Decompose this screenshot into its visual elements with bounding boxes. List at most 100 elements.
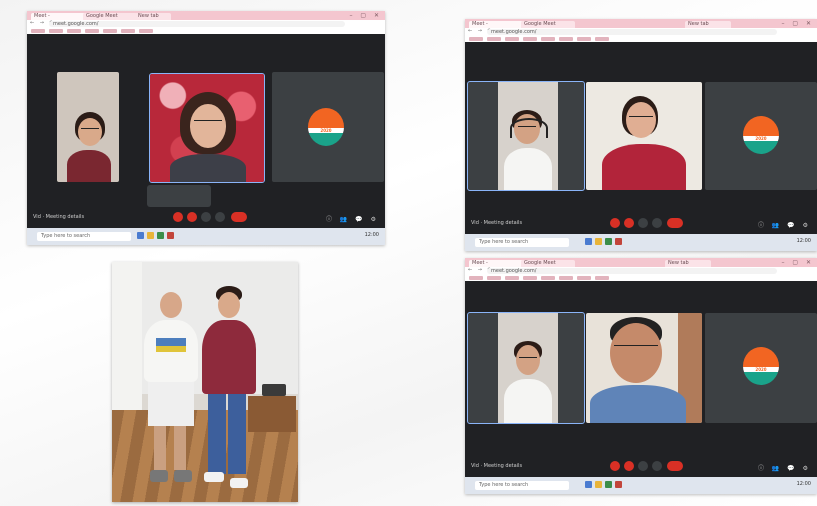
captions-button[interactable]: [201, 212, 211, 222]
conference-logo-icon: 2020: [308, 108, 344, 146]
meet-screenshot-top-left: Meet - Google Meet New tab – ▢ ✕ ← → ⟳ m…: [27, 11, 385, 245]
mic-button[interactable]: [610, 461, 620, 471]
participant-video: [586, 82, 702, 190]
bookmark-item[interactable]: [577, 37, 591, 41]
bookmark-item[interactable]: [31, 29, 45, 33]
windows-taskbar: Type here to search 12:00: [465, 234, 817, 251]
app-icon[interactable]: [605, 238, 612, 245]
taskbar-search-input[interactable]: Type here to search: [475, 238, 569, 247]
side-panel-icons[interactable]: ⓘ 👥 💬 ⚙: [326, 214, 379, 223]
bookmark-item[interactable]: [505, 276, 519, 280]
bookmark-item[interactable]: [139, 29, 153, 33]
browser-tab[interactable]: Meet -: [31, 13, 85, 20]
bookmark-item[interactable]: [523, 37, 537, 41]
hangup-button[interactable]: [231, 212, 247, 222]
app-icon[interactable]: [147, 232, 154, 239]
participant-tile[interactable]: [586, 82, 702, 190]
meet-control-bar: Vid · Meeting details ⓘ 👥 💬 ⚙: [27, 208, 385, 228]
bookmark-item[interactable]: [85, 29, 99, 33]
taskbar-clock: 12:00: [364, 232, 379, 238]
bookmark-item[interactable]: [505, 37, 519, 41]
browser-tab[interactable]: Meet -: [469, 260, 523, 267]
taskbar-search-input[interactable]: Type here to search: [37, 232, 131, 241]
captions-button[interactable]: [638, 461, 648, 471]
bookmark-item[interactable]: [595, 37, 609, 41]
side-panel-icons[interactable]: ⓘ 👥 💬 ⚙: [758, 463, 811, 472]
window-controls-icon[interactable]: – ▢ ✕: [781, 20, 814, 27]
participant-tile[interactable]: [149, 73, 265, 183]
bookmark-item[interactable]: [541, 37, 555, 41]
app-icon[interactable]: [585, 238, 592, 245]
participant-video: [586, 313, 702, 423]
app-icon[interactable]: [167, 232, 174, 239]
browser-tab[interactable]: New tab: [665, 260, 711, 267]
windows-taskbar: Type here to search 12:00: [27, 228, 385, 245]
participant-tile[interactable]: [57, 72, 119, 182]
captions-button[interactable]: [638, 218, 648, 228]
browser-tab[interactable]: Meet -: [469, 21, 523, 28]
person-right: [196, 284, 258, 502]
present-button[interactable]: [652, 218, 662, 228]
bookmark-item[interactable]: [469, 37, 483, 41]
participant-tile[interactable]: [467, 312, 585, 424]
camera-button[interactable]: [187, 212, 197, 222]
app-icon[interactable]: [615, 238, 622, 245]
windows-taskbar: Type here to search 12:00: [465, 477, 817, 494]
window-controls-icon[interactable]: – ▢ ✕: [781, 259, 814, 266]
app-icon[interactable]: [595, 481, 602, 488]
app-icon[interactable]: [585, 481, 592, 488]
meet-stage: 2020: [465, 42, 817, 234]
browser-tab[interactable]: New tab: [685, 21, 731, 28]
browser-tab[interactable]: Google Meet: [521, 21, 575, 28]
app-icon[interactable]: [595, 238, 602, 245]
participant-tile[interactable]: [586, 313, 702, 423]
meeting-info[interactable]: Vid · Meeting details: [471, 220, 522, 226]
camera-button[interactable]: [624, 218, 634, 228]
bookmark-item[interactable]: [469, 276, 483, 280]
participant-tile[interactable]: 2020: [272, 72, 384, 182]
bookmark-item[interactable]: [523, 276, 537, 280]
browser-tabbar: Meet - Google Meet New tab – ▢ ✕: [465, 19, 817, 28]
bookmark-item[interactable]: [559, 276, 573, 280]
participant-tile[interactable]: 2020: [705, 313, 817, 423]
meet-stage: 2020: [465, 281, 817, 477]
mic-button[interactable]: [173, 212, 183, 222]
bookmark-item[interactable]: [103, 29, 117, 33]
meeting-info[interactable]: Vid · Meeting details: [33, 214, 84, 220]
url-field[interactable]: meet.google.com/: [487, 29, 777, 35]
camera-button[interactable]: [624, 461, 634, 471]
url-field[interactable]: meet.google.com/: [49, 21, 345, 27]
app-icon[interactable]: [615, 481, 622, 488]
taskbar-search-input[interactable]: Type here to search: [475, 481, 569, 490]
bookmark-item[interactable]: [541, 276, 555, 280]
hangup-button[interactable]: [667, 461, 683, 471]
participant-tile[interactable]: [467, 81, 585, 191]
present-button[interactable]: [652, 461, 662, 471]
bookmark-item[interactable]: [67, 29, 81, 33]
app-icon[interactable]: [605, 481, 612, 488]
url-field[interactable]: meet.google.com/: [487, 268, 777, 274]
browser-tabbar: Meet - Google Meet New tab – ▢ ✕: [465, 258, 817, 267]
browser-tab[interactable]: New tab: [135, 13, 171, 20]
window-controls-icon[interactable]: – ▢ ✕: [349, 12, 382, 19]
side-panel-icons[interactable]: ⓘ 👥 💬 ⚙: [758, 220, 811, 229]
bookmark-item[interactable]: [487, 37, 501, 41]
bookmark-item[interactable]: [577, 276, 591, 280]
app-icon[interactable]: [157, 232, 164, 239]
headset-icon: [510, 118, 548, 138]
taskbar-clock: 12:00: [796, 481, 811, 487]
bookmark-item[interactable]: [595, 276, 609, 280]
bookmark-item[interactable]: [559, 37, 573, 41]
browser-tab[interactable]: Google Meet: [521, 260, 575, 267]
bookmark-item[interactable]: [121, 29, 135, 33]
hangup-button[interactable]: [667, 218, 683, 228]
app-icon[interactable]: [137, 232, 144, 239]
conference-logo-icon: 2020: [743, 116, 779, 154]
participant-tile[interactable]: 2020: [705, 82, 817, 190]
meeting-info[interactable]: Vid · Meeting details: [471, 463, 522, 469]
bookmark-item[interactable]: [487, 276, 501, 280]
mic-button[interactable]: [610, 218, 620, 228]
bookmark-item[interactable]: [49, 29, 63, 33]
browser-tab[interactable]: Google Meet: [83, 13, 137, 20]
present-button[interactable]: [215, 212, 225, 222]
